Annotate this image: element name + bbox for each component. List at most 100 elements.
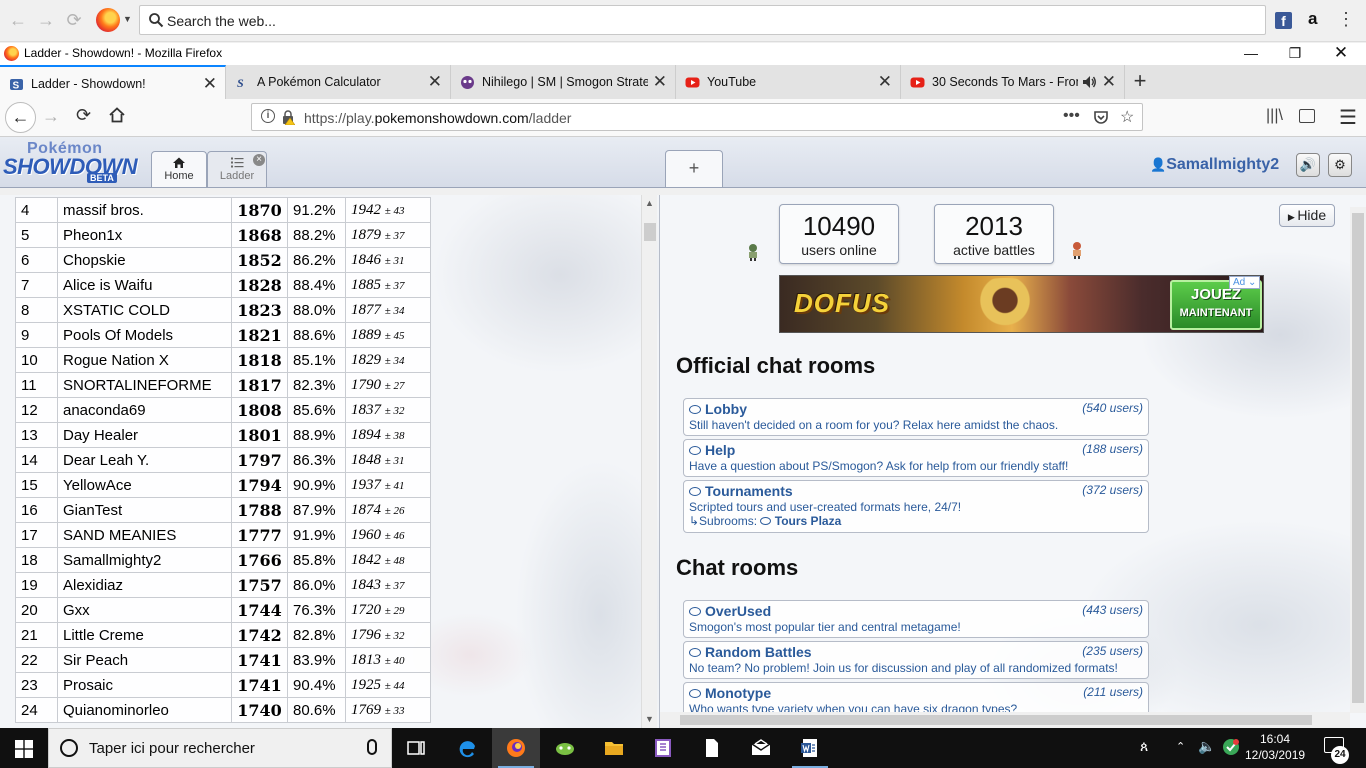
subroom-tours-plaza-link[interactable]: Tours Plaza	[775, 514, 841, 528]
new-room-button[interactable]: +	[665, 150, 723, 187]
username[interactable]: 👤Samallmighty2	[1150, 156, 1279, 174]
bookmark-star-icon[interactable]: ☆	[1120, 107, 1134, 127]
username-cell[interactable]: Pheon1x	[57, 222, 232, 248]
file-explorer-icon[interactable]	[590, 728, 638, 768]
username-cell[interactable]: Sir Peach	[57, 647, 232, 673]
username-cell[interactable]: Pools Of Models	[57, 322, 232, 348]
close-window-button[interactable]: ✕	[1318, 43, 1364, 65]
close-icon[interactable]: ✕	[653, 72, 667, 92]
username-cell[interactable]: YellowAce	[57, 472, 232, 498]
room-tournaments[interactable]: Tournaments (372 users) Scripted tours a…	[683, 480, 1149, 533]
close-icon[interactable]: ✕	[428, 72, 442, 92]
username-cell[interactable]: Little Creme	[57, 622, 232, 648]
facebook-icon[interactable]: f	[1275, 12, 1292, 29]
game-app-icon[interactable]	[541, 728, 589, 768]
home-icon[interactable]	[108, 106, 126, 124]
library-icon[interactable]: |||\	[1266, 107, 1283, 125]
username-cell[interactable]: GianTest	[57, 497, 232, 523]
tab-pokemon-calculator[interactable]: S A Pokémon Calculator ✕	[226, 65, 451, 99]
word-icon[interactable]	[786, 728, 834, 768]
scroll-down-icon[interactable]: ▼	[645, 714, 654, 724]
taskbar-clock[interactable]: 16:04 12/03/2019	[1245, 731, 1305, 763]
back-button[interactable]: ←	[5, 102, 36, 133]
chevron-down-icon[interactable]: ▼	[123, 14, 132, 24]
username-cell[interactable]: Day Healer	[57, 422, 232, 448]
room-overused[interactable]: OverUsed (443 users) Smogon's most popul…	[683, 600, 1149, 638]
close-icon[interactable]: ✕	[878, 72, 892, 92]
room-help[interactable]: Help (188 users) Have a question about P…	[683, 439, 1149, 477]
menu-icon[interactable]: ☰	[1339, 105, 1357, 130]
room-lobby[interactable]: Lobby (540 users) Still haven't decided …	[683, 398, 1149, 436]
ad-tag[interactable]: Ad ⌄	[1229, 276, 1261, 289]
username-cell[interactable]: Chopskie	[57, 247, 232, 273]
task-view-icon[interactable]	[392, 728, 440, 768]
speaker-icon[interactable]	[1082, 75, 1097, 89]
username-cell[interactable]: anaconda69	[57, 397, 232, 423]
username-cell[interactable]: Quianominorleo	[57, 697, 232, 723]
active-battles-box[interactable]: 2013 active battles	[934, 204, 1054, 264]
tab-30-seconds-to-mars[interactable]: 30 Seconds To Mars - From ✕	[901, 65, 1125, 99]
username-cell[interactable]: Rogue Nation X	[57, 347, 232, 373]
scroll-thumb[interactable]	[644, 223, 656, 241]
firefox-logo-icon[interactable]	[96, 8, 120, 32]
taskbar-search-input[interactable]: Taper ici pour rechercher	[48, 728, 392, 768]
onenote-icon[interactable]	[639, 728, 687, 768]
username-cell[interactable]: XSTATIC COLD	[57, 297, 232, 323]
sound-button[interactable]: 🔊	[1296, 153, 1320, 177]
toolbar-back-icon[interactable]: ←	[8, 10, 28, 30]
username-cell[interactable]: Gxx	[57, 597, 232, 623]
minimize-button[interactable]: —	[1228, 43, 1274, 65]
tab-home[interactable]: Home	[151, 151, 207, 187]
scroll-thumb[interactable]	[1352, 213, 1364, 703]
pocket-icon[interactable]	[1093, 109, 1109, 125]
page-actions-icon[interactable]: •••	[1063, 107, 1080, 125]
web-search-input[interactable]: Search the web...	[139, 5, 1266, 35]
volume-icon[interactable]: 🔈	[1198, 738, 1215, 755]
sidebar-icon[interactable]	[1299, 109, 1315, 123]
horizontal-scrollbar[interactable]	[660, 712, 1350, 728]
ladder-scrollbar[interactable]: ▲ ▼	[641, 195, 657, 728]
tab-youtube[interactable]: YouTube ✕	[676, 65, 901, 99]
main-menu-scrollbar[interactable]	[1350, 207, 1366, 713]
tab-ladder-showdown[interactable]: S Ladder - Showdown! ✕	[0, 65, 226, 99]
username-cell[interactable]: Dear Leah Y.	[57, 447, 232, 473]
info-icon[interactable]: i	[261, 109, 275, 123]
scroll-thumb[interactable]	[680, 715, 1312, 725]
close-icon[interactable]: ✕	[203, 74, 217, 94]
url-bar[interactable]: i https://play.pokemonshowdown.com/ladde…	[251, 103, 1143, 131]
scroll-up-icon[interactable]: ▲	[645, 198, 654, 208]
hide-button[interactable]: ▶ Hide	[1279, 204, 1335, 227]
username-cell[interactable]: SAND MEANIES	[57, 522, 232, 548]
mail-icon[interactable]	[737, 728, 785, 768]
firefox-taskbar-icon[interactable]	[492, 728, 540, 768]
room-random-battles[interactable]: Random Battles (235 users) No team? No p…	[683, 641, 1149, 679]
document-icon[interactable]	[688, 728, 736, 768]
new-tab-button[interactable]: +	[1125, 70, 1155, 94]
forward-button[interactable]: →	[42, 106, 60, 127]
username-cell[interactable]: Prosaic	[57, 672, 232, 698]
reload-button[interactable]: ⟳	[76, 105, 91, 126]
lock-warning-icon[interactable]	[281, 110, 295, 125]
more-vertical-icon[interactable]: ⋮	[1337, 9, 1355, 29]
close-tab-icon[interactable]: ×	[253, 154, 265, 166]
settings-gear-icon[interactable]: ⚙	[1328, 153, 1352, 177]
username-cell[interactable]: Alexidiaz	[57, 572, 232, 598]
toolbar-forward-icon[interactable]: →	[36, 10, 56, 30]
security-shield-icon[interactable]	[1222, 738, 1240, 756]
username-cell[interactable]: Samallmighty2	[57, 547, 232, 573]
username-cell[interactable]: massif bros.	[57, 197, 232, 223]
microphone-icon[interactable]	[367, 739, 377, 755]
toolbar-refresh-icon[interactable]: ⟳	[64, 10, 84, 30]
restore-button[interactable]: ❐	[1272, 43, 1318, 65]
users-online-box[interactable]: 10490 users online	[779, 204, 899, 264]
advertisement-banner[interactable]: DOFUS JOUEZ MAINTENANT Ad ⌄	[779, 275, 1264, 333]
amazon-icon[interactable]: a	[1308, 9, 1317, 29]
people-icon[interactable]: ጰ	[1140, 738, 1148, 755]
edge-icon[interactable]	[443, 728, 491, 768]
chevron-up-icon[interactable]: ⌃	[1176, 740, 1185, 753]
start-button[interactable]	[0, 728, 48, 768]
username-cell[interactable]: SNORTALINEFORME	[57, 372, 232, 398]
tab-nihilego-smogon[interactable]: Nihilego | SM | Smogon Strateg ✕	[451, 65, 676, 99]
username-cell[interactable]: Alice is Waifu	[57, 272, 232, 298]
close-icon[interactable]: ✕	[1102, 72, 1116, 92]
